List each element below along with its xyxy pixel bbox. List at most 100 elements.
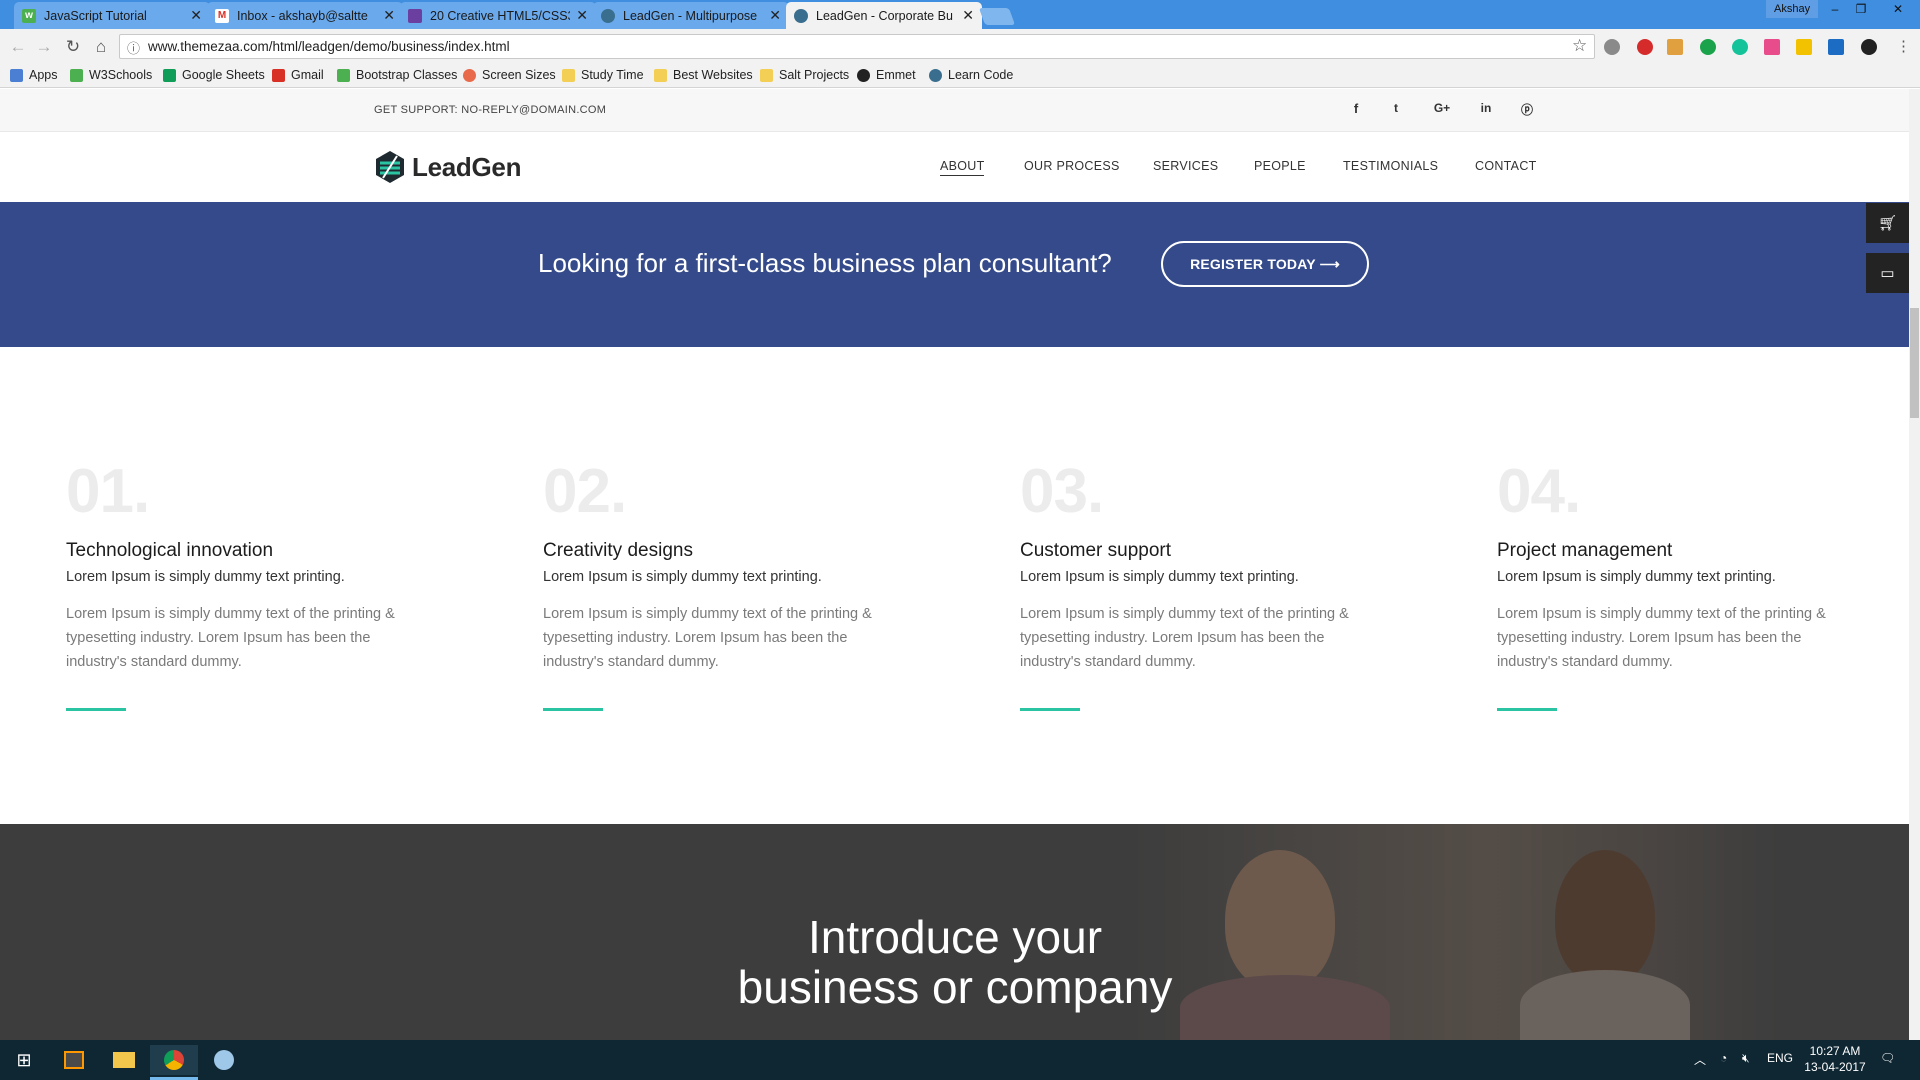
folder-icon: [654, 68, 667, 82]
new-tab-button[interactable]: [978, 8, 1016, 25]
show-hidden-icons-icon[interactable]: ︿: [1694, 1051, 1706, 1068]
intro-heading-line1: Introduce your: [807, 911, 1103, 963]
bookmark-bootstrap-classes[interactable]: Bootstrap Classes: [337, 66, 457, 84]
support-email[interactable]: GET SUPPORT: NO-REPLY@DOMAIN.COM: [374, 104, 606, 116]
bookmark-google-sheets[interactable]: Google Sheets: [163, 66, 265, 84]
feature-subtitle: Lorem Ipsum is simply dummy text printin…: [66, 569, 345, 585]
volume-icon[interactable]: 🔇︎: [1742, 1051, 1750, 1066]
windows-taskbar: [0, 1040, 1920, 1080]
sublime-icon[interactable]: [50, 1045, 98, 1075]
close-window-icon[interactable]: ✕: [1878, 0, 1918, 18]
close-icon[interactable]: ✕: [769, 7, 781, 24]
emmet-icon: [857, 68, 870, 82]
sheets-icon: [163, 68, 176, 82]
globe-icon: [794, 8, 808, 23]
back-icon[interactable]: ←: [8, 37, 28, 57]
tab-creative-html5[interactable]: 20 Creative HTML5/CSS3 ✕: [400, 2, 596, 29]
feature-subtitle: Lorem Ipsum is simply dummy text printin…: [1497, 569, 1776, 585]
w3schools-icon: [70, 68, 83, 82]
extension-icon[interactable]: [1764, 39, 1780, 55]
scrollbar-thumb[interactable]: [1910, 308, 1919, 418]
tab-leadgen-multipurpose[interactable]: LeadGen - Multipurpose ✕: [593, 2, 789, 29]
minimize-icon[interactable]: –: [1822, 0, 1848, 18]
extension-icon[interactable]: [1667, 39, 1683, 55]
feature-accent-line: [543, 708, 603, 711]
tab-javascript-tutorial[interactable]: w JavaScript Tutorial ✕: [14, 2, 210, 29]
site-logo[interactable]: LeadGen: [412, 152, 521, 183]
person-photo: [1555, 850, 1655, 985]
nav-contact[interactable]: CONTACT: [1475, 159, 1537, 173]
bookmark-learn-code[interactable]: Learn Code: [929, 66, 1013, 84]
tab-title: JavaScript Tutorial: [44, 8, 147, 23]
register-today-button[interactable]: REGISTER TODAY ⟶: [1161, 241, 1369, 287]
bookmark-emmet[interactable]: Emmet: [857, 66, 916, 84]
restore-icon[interactable]: ❐: [1848, 0, 1874, 18]
google-plus-icon[interactable]: G+: [1431, 101, 1453, 115]
feature-description: Lorem Ipsum is simply dummy text of the …: [1020, 606, 1349, 670]
profile-button[interactable]: Akshay: [1766, 0, 1819, 18]
chrome-icon[interactable]: [150, 1045, 198, 1075]
forward-icon[interactable]: →: [34, 37, 54, 57]
nav-services[interactable]: SERVICES: [1153, 159, 1218, 173]
grammarly-icon[interactable]: [1732, 39, 1748, 55]
extension-icon[interactable]: [1828, 39, 1844, 55]
gmail-icon: [272, 68, 285, 82]
close-icon[interactable]: ✕: [383, 7, 395, 24]
bookmark-apps[interactable]: Apps: [10, 66, 58, 84]
url-text[interactable]: www.themezaa.com/html/leadgen/demo/busin…: [148, 39, 510, 54]
info-icon[interactable]: ⓘ: [127, 38, 140, 57]
extension-icon[interactable]: [1796, 39, 1812, 55]
feature-number: 04.: [1497, 457, 1581, 526]
facebook-icon[interactable]: f: [1346, 101, 1366, 116]
reload-icon[interactable]: ↻: [63, 37, 83, 57]
feature-accent-line: [1497, 708, 1557, 711]
apps-icon: [10, 68, 23, 82]
close-icon[interactable]: ✕: [576, 7, 588, 24]
twitter-icon[interactable]: t: [1386, 101, 1406, 115]
bookmark-w3schools[interactable]: W3Schools: [70, 66, 152, 84]
banner-heading: Looking for a first-class business plan …: [538, 248, 1112, 278]
feature-description: Lorem Ipsum is simply dummy text of the …: [66, 606, 395, 670]
extension-icon[interactable]: [1861, 39, 1877, 55]
folder-icon[interactable]: ▭: [1866, 253, 1909, 293]
language-indicator[interactable]: ENG: [1767, 1051, 1793, 1065]
notifications-icon[interactable]: 🗨︎: [1880, 1051, 1895, 1065]
intro-heading-line2: business or company: [737, 961, 1173, 1013]
feature-description: Lorem Ipsum is simply dummy text of the …: [1497, 606, 1826, 670]
w3schools-icon: w: [22, 8, 36, 23]
feature-accent-line: [66, 708, 126, 711]
close-icon[interactable]: ✕: [190, 7, 202, 24]
feature-accent-line: [1020, 708, 1080, 711]
tab-inbox[interactable]: M Inbox - akshayb@saltte ✕: [207, 2, 403, 29]
cart-icon[interactable]: 🛒︎: [1866, 203, 1909, 243]
nav-our-process[interactable]: OUR PROCESS: [1024, 159, 1120, 173]
home-icon[interactable]: ⌂: [91, 37, 111, 57]
windows-start-icon[interactable]: ⊞: [0, 1045, 48, 1075]
adblock-icon[interactable]: [1637, 39, 1653, 55]
network-icon[interactable]: ◔: [1720, 1051, 1727, 1065]
extension-icon[interactable]: [1700, 39, 1716, 55]
bookmark-folder-salt-projects[interactable]: Salt Projects: [760, 66, 849, 84]
nav-testimonials[interactable]: TESTIMONIALS: [1343, 159, 1438, 173]
feature-description: Lorem Ipsum is simply dummy text of the …: [543, 606, 872, 670]
close-icon[interactable]: ✕: [962, 7, 974, 24]
bookmark-star-icon[interactable]: ☆: [1572, 36, 1587, 56]
bookmark-folder-best-websites[interactable]: Best Websites: [654, 66, 753, 84]
tab-leadgen-corporate[interactable]: LeadGen - Corporate Bu ✕: [786, 2, 982, 29]
paint-icon[interactable]: [200, 1045, 248, 1075]
nav-about[interactable]: ABOUT: [940, 159, 985, 173]
clock[interactable]: 10:27 AM 13-04-2017: [1800, 1043, 1870, 1075]
menu-icon[interactable]: ⋮: [1896, 37, 1911, 55]
bookmark-gmail[interactable]: Gmail: [272, 66, 324, 84]
extension-icon[interactable]: [1604, 39, 1620, 55]
linkedin-icon[interactable]: in: [1476, 101, 1496, 115]
feature-number: 02.: [543, 457, 627, 526]
leadgen-logo-icon[interactable]: [374, 150, 406, 184]
bookmark-folder-study-time[interactable]: Study Time: [562, 66, 644, 84]
scrollbar[interactable]: [1909, 89, 1920, 1040]
feature-subtitle: Lorem Ipsum is simply dummy text printin…: [1020, 569, 1299, 585]
nav-people[interactable]: PEOPLE: [1254, 159, 1306, 173]
file-explorer-icon[interactable]: [100, 1045, 148, 1075]
bookmark-screen-sizes[interactable]: Screen Sizes: [463, 66, 556, 84]
pinterest-icon[interactable]: ⓟ: [1517, 101, 1537, 118]
